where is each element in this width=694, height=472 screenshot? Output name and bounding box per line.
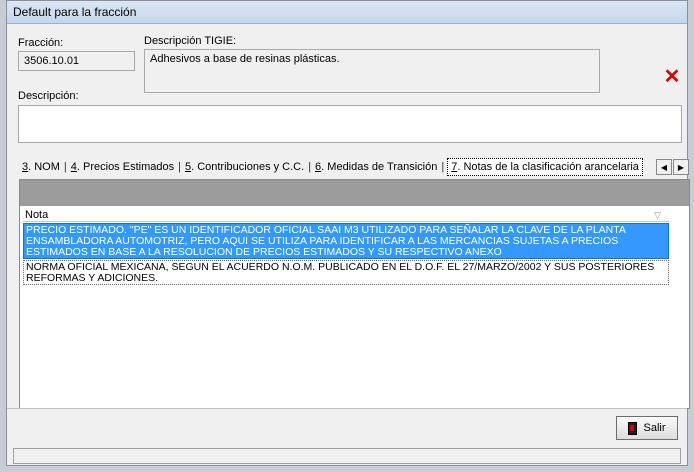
- descripcion-field[interactable]: [18, 105, 682, 143]
- descripcion-tigie-label: Descripción TIGIE:: [144, 35, 237, 47]
- grid-toolbar-band: [20, 180, 689, 206]
- column-header-nota: Nota: [25, 209, 49, 221]
- door-icon: [628, 421, 638, 435]
- dialog-window: Default para la fracción Fracción: 3506.…: [6, 0, 690, 466]
- title-bar[interactable]: Default para la fracción: [7, 1, 687, 24]
- arrow-left-icon[interactable]: ◀: [656, 159, 672, 175]
- tab-medidas-transicion[interactable]: 6. Medidas de Transición: [312, 159, 440, 175]
- fraccion-field[interactable]: 3506.10.01: [18, 51, 135, 71]
- status-bar: [13, 448, 681, 464]
- descripcion-tigie-field[interactable]: Adhesivos a base de resinas plásticas.: [144, 49, 600, 93]
- table-row[interactable]: NORMA OFICIAL MEXICANA, SEGUN EL ACUERDO…: [23, 260, 669, 285]
- tab-notas-clasificacion[interactable]: 7. Notas de la clasificación arancelaria: [447, 158, 643, 176]
- window-title: Default para la fracción: [13, 5, 137, 19]
- notes-panel: Nota ▽ PRECIO ESTIMADO. "PE" ES UN IDENT…: [19, 179, 690, 409]
- descripcion-label: Descripción:: [18, 90, 79, 102]
- tab-precios-estimados[interactable]: 4. Precios Estimados: [68, 159, 177, 175]
- close-icon: ✕: [663, 66, 681, 88]
- tab-scroll-arrows: ◀ ▶: [655, 159, 689, 175]
- tab-strip: 3. NOM | 4. Precios Estimados | 5. Contribuc…: [19, 158, 643, 176]
- tab-contribuciones[interactable]: 5. Contribuciones y C.C.: [182, 159, 307, 175]
- arrow-right-icon[interactable]: ▶: [673, 159, 689, 175]
- table-row[interactable]: PRECIO ESTIMADO. "PE" ES UN IDENTIFICADO…: [23, 223, 669, 259]
- salir-button[interactable]: Salir: [616, 416, 678, 440]
- tab-separator: |: [441, 161, 445, 173]
- divider: [7, 408, 687, 409]
- fraccion-label: Fracción:: [18, 37, 64, 49]
- tab-nom[interactable]: 3. NOM: [19, 159, 63, 175]
- salir-label: Salir: [643, 422, 666, 434]
- grid-column-header[interactable]: Nota ▽: [23, 208, 669, 222]
- sort-icon: ▽: [654, 210, 661, 220]
- close-button[interactable]: ✕: [662, 66, 682, 88]
